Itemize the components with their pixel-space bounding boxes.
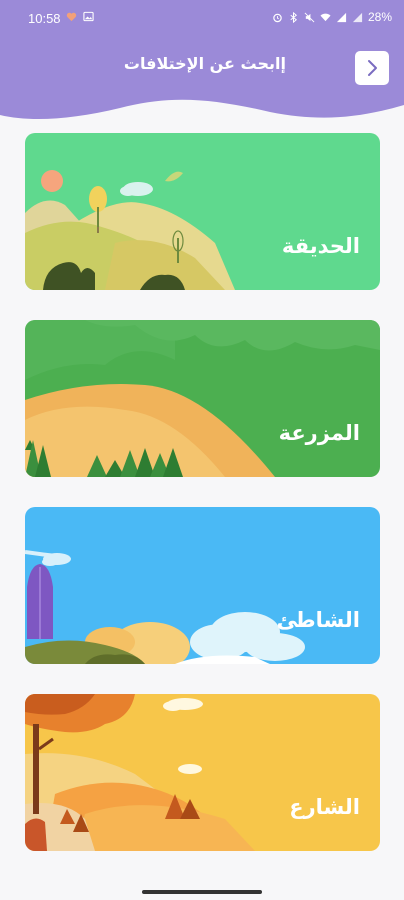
image-notification-icon: [83, 11, 94, 22]
chevron-right-icon: [368, 60, 377, 76]
page-title: إابحث عن الإختلافات: [123, 54, 286, 73]
category-label: الشارع: [289, 795, 360, 819]
battery-percent: 28%: [367, 10, 392, 24]
category-card-farm[interactable]: المزرعة: [25, 320, 380, 477]
system-navigation-bar: [0, 874, 404, 900]
heart-notification-icon: [66, 12, 77, 22]
mute-icon: [304, 12, 315, 22]
home-gesture-pill[interactable]: [142, 890, 262, 894]
category-card-beach[interactable]: الشاطئ: [25, 507, 380, 664]
signal-icon-2: [352, 12, 363, 22]
back-button[interactable]: [355, 51, 389, 85]
category-label: المزرعة: [278, 421, 360, 445]
status-time: 10:58: [28, 11, 61, 26]
category-label: الشاطئ: [276, 608, 360, 632]
category-label: الحديقة: [281, 234, 360, 258]
farm-illustration: [25, 320, 380, 477]
street-illustration: [25, 694, 255, 851]
wifi-icon: [320, 13, 331, 21]
signal-icon: [336, 12, 347, 22]
status-bar: 10:58 28%: [0, 0, 404, 36]
bluetooth-icon: [290, 11, 298, 23]
alarm-icon: [273, 13, 282, 22]
category-card-street[interactable]: الشارع: [25, 694, 380, 851]
category-card-garden[interactable]: الحديقة: [25, 133, 380, 290]
header: 10:58 28% إابحث عن الإختلافات: [0, 0, 404, 130]
beach-illustration: [25, 550, 305, 664]
garden-illustration: [25, 170, 235, 290]
